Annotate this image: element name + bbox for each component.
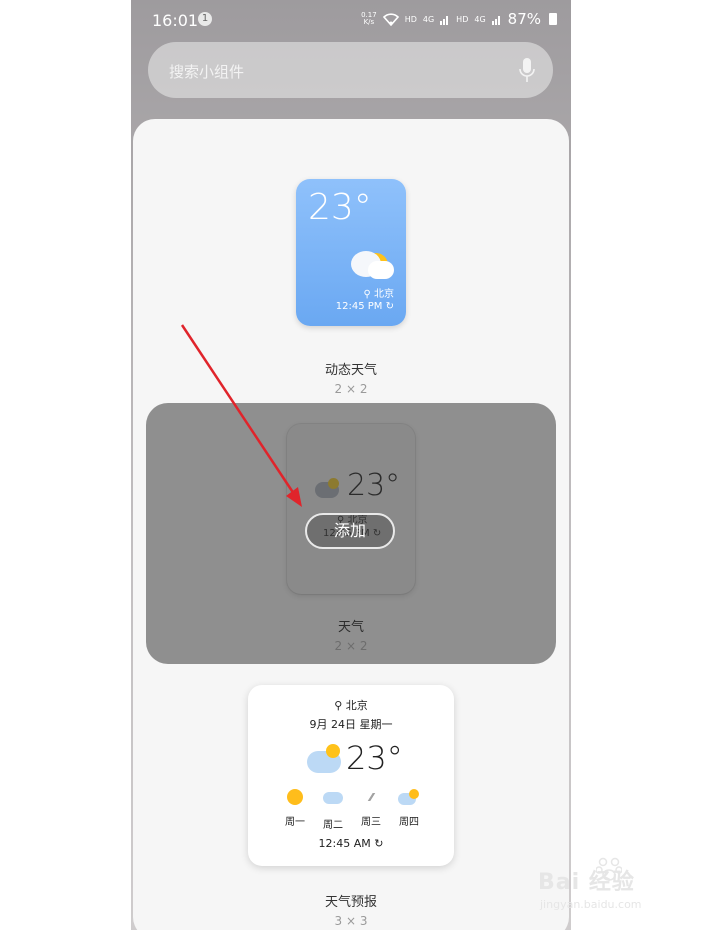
time-text: 12:45 PM [335, 301, 383, 312]
notification-badge: 1 [198, 12, 212, 26]
widget-name: 动态天气 [324, 363, 377, 378]
day-label: 周二 [323, 820, 343, 831]
widget-name: 天气 [337, 620, 364, 635]
wifi-icon [382, 12, 399, 26]
day-label: 周四 [399, 817, 419, 828]
forecast-day: ⁄⁄⁄ 周三 [351, 789, 391, 828]
status-time: 16:01 [152, 11, 199, 30]
dynamic-weather-widget[interactable]: 23° ⚲ 北京 12:45 PM ↻ [296, 179, 406, 326]
hd-indicator-2: HD [456, 14, 469, 24]
widget-location: ⚲ 北京 [248, 697, 454, 713]
sun-icon [328, 478, 339, 489]
baidu-watermark: Bai 经验 jingyan.baidu.com [538, 856, 688, 916]
widget-temperature: 23° [347, 468, 401, 503]
cloud-icon [368, 261, 394, 279]
phone-screen: 16:01 1 0.17 K/s HD 4G HD 4G 87% 搜索小组件 2… [131, 0, 571, 930]
widget-caption: 天气预报 3 × 3 [133, 891, 569, 928]
widget-list-sheet: 23° ⚲ 北京 12:45 PM ↻ 动态天气 2 × 2 23° ⚲ 北京 [133, 119, 569, 930]
forecast-day: 周二 [313, 789, 353, 831]
signal-icon-2 [491, 15, 500, 25]
day-label: 周一 [285, 817, 305, 828]
battery-percent: 87% [507, 10, 541, 28]
location-text: 北京 [374, 289, 394, 300]
refresh-icon: ↻ [385, 301, 394, 312]
weather-forecast-widget[interactable]: ⚲ 北京 9月 24日 星期一 23° 周一 周二 ⁄⁄⁄ 周三 周四 12:4… [248, 685, 454, 866]
location-pin-icon: ⚲ [334, 699, 346, 712]
rain-icon: ⁄⁄⁄ [369, 791, 374, 804]
widget-size: 2 × 2 [334, 639, 368, 653]
add-widget-button[interactable]: 添加 [305, 513, 395, 549]
widget-temperature: 23° [346, 739, 403, 777]
widget-size: 3 × 3 [334, 914, 368, 928]
forecast-day: 周一 [275, 789, 315, 828]
refresh-icon: ↻ [374, 837, 384, 850]
network-speed: 0.17 K/s [361, 12, 377, 26]
location-pin-icon: ⚲ [363, 289, 374, 300]
search-placeholder: 搜索小组件 [169, 63, 245, 81]
widget-location: ⚲ 北京 [363, 285, 394, 300]
status-bar: 16:01 1 0.17 K/s HD 4G HD 4G 87% [131, 0, 571, 40]
microphone-icon[interactable] [519, 57, 535, 83]
sun-icon [326, 744, 340, 758]
cloudy-icon [313, 792, 353, 810]
widget-date: 9月 24日 星期一 [309, 718, 393, 731]
widget-caption: 天气 2 × 2 [146, 616, 556, 653]
status-icons: 0.17 K/s HD 4G HD 4G 87% [361, 10, 557, 28]
battery-icon [549, 13, 557, 25]
day-label: 周三 [361, 817, 381, 828]
location-text: 北京 [345, 699, 368, 712]
signal-label-1: 4G [422, 14, 435, 24]
widget-time: 12:45 PM ↻ [336, 301, 394, 312]
net-speed-unit: K/s [363, 18, 375, 26]
forecast-day: 周四 [389, 789, 429, 828]
weather-widget[interactable]: 23° ⚲ 北京 12:45 PM ↻ 添加 [287, 424, 415, 594]
hd-indicator-1: HD [404, 14, 417, 24]
signal-icon-1 [440, 15, 449, 25]
widget-temperature: 23° [308, 187, 372, 228]
selected-widget-panel[interactable]: 23° ⚲ 北京 12:45 PM ↻ 添加 天气 2 × 2 [146, 403, 556, 664]
widget-time: 12:45 AM ↻ [248, 837, 454, 850]
watermark-url: jingyan.baidu.com [540, 898, 642, 911]
widget-name: 天气预报 [324, 895, 377, 910]
signal-label-2: 4G [474, 14, 486, 24]
widget-search-bar[interactable]: 搜索小组件 [148, 42, 553, 98]
sunny-icon [275, 789, 315, 807]
widget-size: 2 × 2 [334, 382, 368, 396]
widget-caption: 动态天气 2 × 2 [133, 359, 569, 396]
time-text: 12:45 AM [318, 837, 371, 850]
partly-cloudy-icon [389, 789, 429, 807]
watermark-logo: Bai 经验 [538, 870, 635, 895]
